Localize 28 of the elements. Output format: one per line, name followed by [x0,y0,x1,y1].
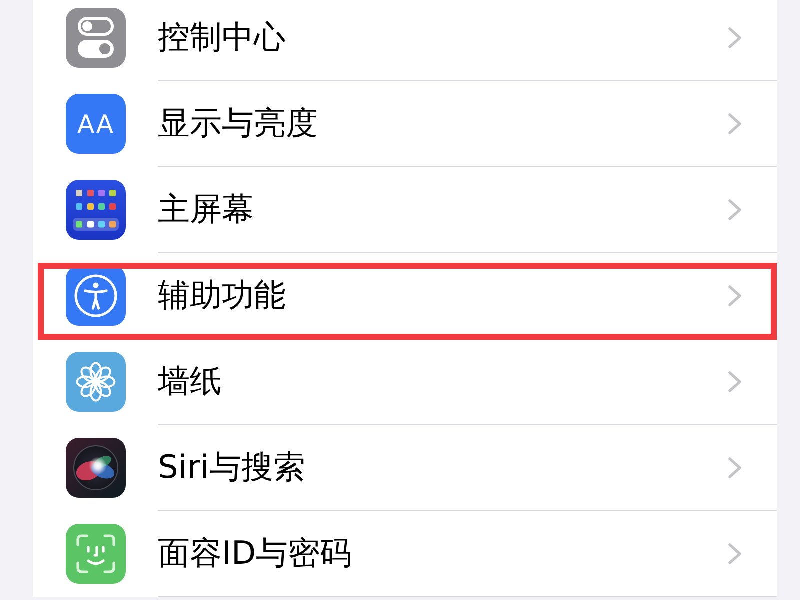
setting-label: Siri与搜索 [158,446,306,488]
accessibility-icon [66,266,126,326]
toggles-icon [66,8,126,68]
chevron-right-icon [728,26,742,48]
chevron-right-icon [728,284,742,306]
chevron-right-icon [728,542,742,564]
setting-label: 辅助功能 [158,274,286,316]
settings-row[interactable]: 面容ID与密码 [33,511,777,597]
chevron-right-icon [728,198,742,220]
app-grid-icon [66,180,126,240]
setting-label: 墙纸 [158,360,222,402]
setting-label: 主屏幕 [158,188,254,230]
chevron-right-icon [728,370,742,392]
settings-row[interactable]: 辅助功能 [33,253,777,339]
face-id-icon [66,524,126,584]
chevron-right-icon [728,456,742,478]
settings-row[interactable]: AA 显示与亮度 [33,81,777,167]
settings-row[interactable]: Siri与搜索 [33,425,777,511]
flower-icon [66,352,126,412]
setting-label: 控制中心 [158,16,286,58]
siri-orb-icon [66,438,126,498]
setting-label: 面容ID与密码 [158,532,352,574]
text-size-icon: AA [66,94,126,154]
settings-row[interactable]: 墙纸 [33,339,777,425]
settings-row[interactable]: 主屏幕 [33,167,777,253]
setting-label: 显示与亮度 [158,102,318,144]
chevron-right-icon [728,112,742,134]
settings-row[interactable]: 控制中心 [33,0,777,81]
